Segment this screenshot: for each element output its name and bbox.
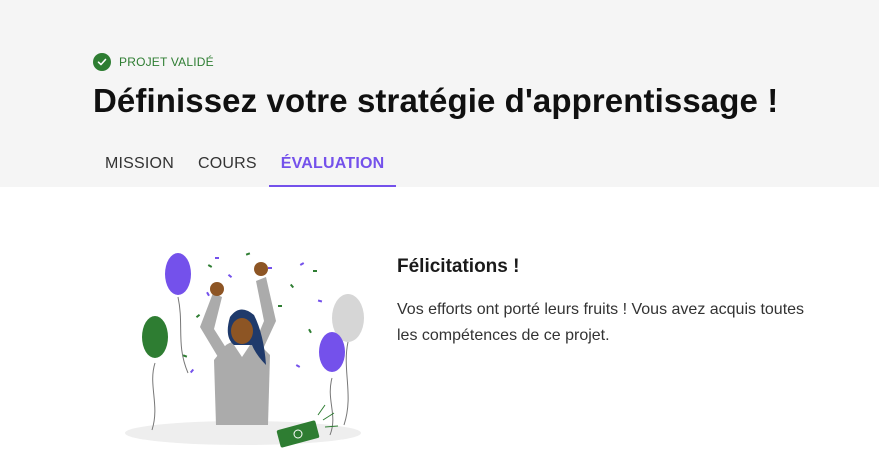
tab-evaluation[interactable]: ÉVALUATION	[268, 140, 397, 187]
tab-bar: MISSION COURS ÉVALUATION	[93, 140, 397, 187]
project-header: PROJET VALIDÉ Définissez votre stratégie…	[0, 0, 879, 187]
project-status: PROJET VALIDÉ	[93, 52, 214, 72]
check-circle-icon	[93, 53, 111, 71]
tab-mission[interactable]: MISSION	[93, 140, 186, 187]
congrats-text: Vos efforts ont porté leurs fruits ! Vou…	[397, 301, 805, 344]
purple-balloon-icon	[165, 253, 191, 295]
congrats-title: Félicitations !	[397, 256, 520, 277]
celebration-illustration	[118, 245, 368, 460]
page-title: Définissez votre stratégie d'apprentissa…	[93, 82, 779, 119]
status-label: PROJET VALIDÉ	[119, 55, 214, 69]
purple-balloon-icon	[319, 332, 345, 372]
tab-cours[interactable]: COURS	[186, 140, 269, 187]
green-balloon-icon	[142, 316, 168, 358]
